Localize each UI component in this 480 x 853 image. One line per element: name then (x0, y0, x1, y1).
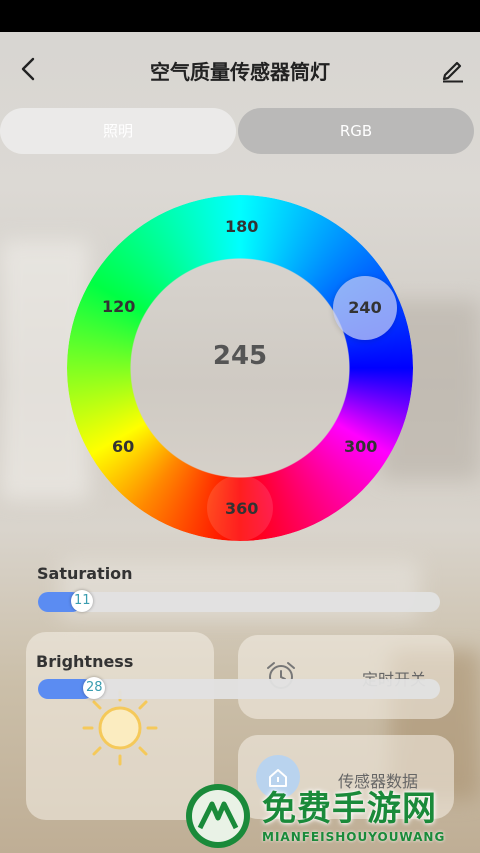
brightness-thumb[interactable]: 28 (83, 677, 106, 699)
watermark-logo (186, 784, 250, 848)
watermark-title: 免费手游网 (262, 789, 437, 829)
brightness-slider[interactable]: 28 (38, 677, 440, 699)
pencil-icon (442, 61, 463, 83)
hue-knob[interactable]: 240 (333, 276, 397, 340)
header: 空气质量传感器筒灯 (0, 32, 480, 108)
brightness-label: Brightness (36, 652, 134, 671)
hue-tick: 120 (102, 297, 136, 316)
saturation-thumb[interactable]: 11 (71, 590, 94, 612)
hue-tick: 180 (225, 217, 259, 236)
saturation-slider[interactable]: 11 (38, 590, 440, 612)
tab-lighting[interactable]: 照明 (0, 108, 236, 154)
status-bar (0, 0, 480, 32)
watermark-subtitle: MIANFEISHOUYOUWANG (262, 830, 446, 844)
watermark: 免费手游网 MIANFEISHOUYOUWANG (0, 778, 480, 853)
edit-button[interactable] (438, 54, 468, 84)
saturation-label: Saturation (37, 564, 133, 583)
back-button[interactable] (14, 54, 44, 84)
hue-tick: 60 (112, 437, 135, 456)
chevron-left-icon (21, 57, 35, 81)
tab-rgb[interactable]: RGB (238, 108, 474, 154)
mode-tabs: 照明 RGB (0, 108, 480, 154)
hue-tick: 360 (225, 499, 259, 518)
hue-tick: 300 (344, 437, 378, 456)
page-title: 空气质量传感器筒灯 (150, 60, 330, 84)
hue-value: 245 (212, 341, 268, 371)
